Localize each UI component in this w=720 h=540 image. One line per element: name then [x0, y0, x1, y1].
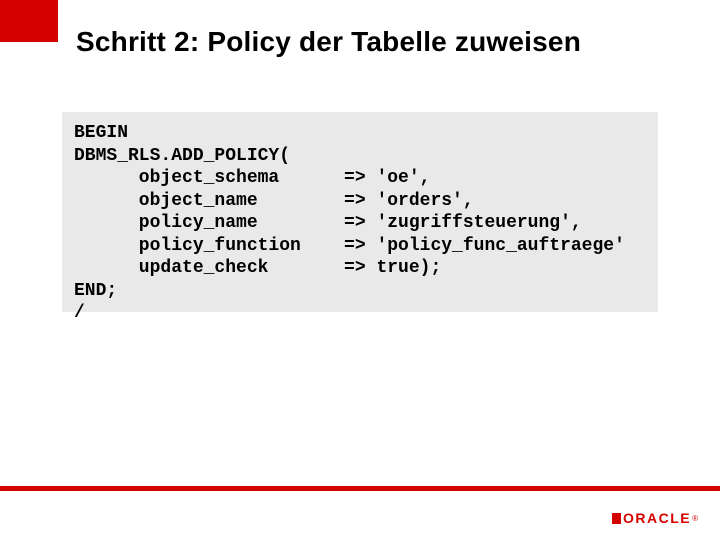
- oracle-logo-mark: [612, 513, 621, 524]
- slide-title: Schritt 2: Policy der Tabelle zuweisen: [76, 26, 581, 58]
- footer-bar: [0, 486, 720, 491]
- code-text: BEGIN DBMS_RLS.ADD_POLICY( object_schema…: [74, 122, 646, 325]
- oracle-logo-word: ORACLE: [623, 510, 691, 526]
- brand-block: [0, 0, 58, 42]
- oracle-logo-reg: ®: [692, 514, 698, 523]
- slide: Schritt 2: Policy der Tabelle zuweisen B…: [0, 0, 720, 540]
- code-block: BEGIN DBMS_RLS.ADD_POLICY( object_schema…: [62, 112, 658, 312]
- oracle-logo: ORACLE ®: [612, 510, 698, 526]
